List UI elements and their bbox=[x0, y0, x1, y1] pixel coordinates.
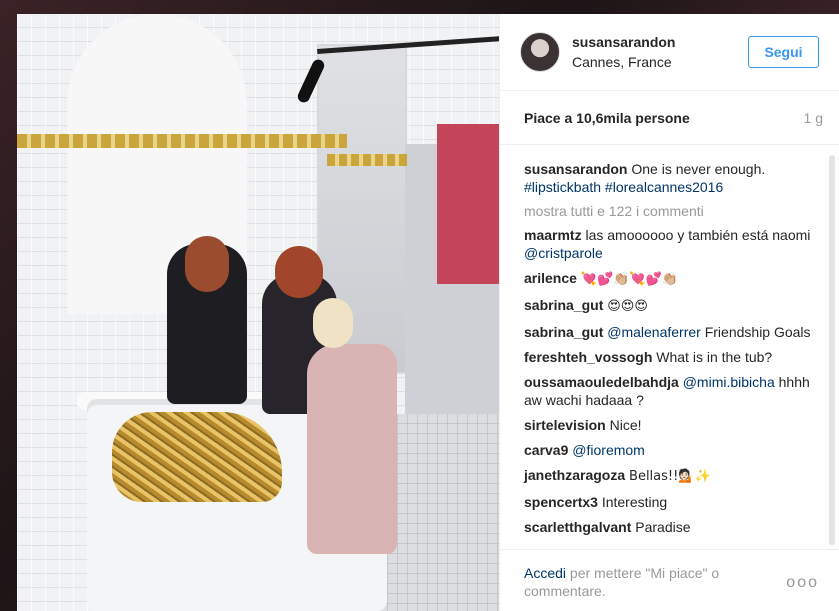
comment-item: spencertx3 Interesting bbox=[524, 493, 823, 511]
comment-user[interactable]: sabrina_gut bbox=[524, 324, 603, 340]
comment-user[interactable]: carva9 bbox=[524, 442, 568, 458]
comment-item: scarletthgalvant Paradise bbox=[524, 518, 823, 536]
comment-text: 😍😍😍 bbox=[607, 299, 648, 314]
comment-item: sabrina_gut 😍😍😍 bbox=[524, 296, 823, 316]
comment-text: Interesting bbox=[601, 494, 668, 510]
comment-mention[interactable]: @mimi.bibicha bbox=[683, 374, 775, 390]
comment-user[interactable]: fereshteh_vossogh bbox=[524, 349, 652, 365]
caption-text: One is never enough. bbox=[631, 161, 766, 177]
comment-item: sabrina_gut @malenaferrer Friendship Goa… bbox=[524, 323, 823, 341]
likes-count[interactable]: Piace a 10,6mila persone bbox=[524, 110, 690, 126]
comment-user[interactable]: sabrina_gut bbox=[524, 297, 603, 313]
comment-mention[interactable]: @malenaferrer bbox=[607, 324, 701, 340]
comment-text: 💘💕👏🏼💘💕👏🏼 bbox=[580, 272, 678, 287]
comment-item: janethzaragoza Bellas!!💁🏻✨ bbox=[524, 466, 823, 486]
more-options-icon[interactable]: ooo bbox=[786, 574, 819, 592]
post-photo[interactable] bbox=[17, 14, 499, 611]
post-footer: Accedi per mettere "Mi piace" o commenta… bbox=[500, 549, 839, 611]
likes-row: Piace a 10,6mila persone 1 g bbox=[500, 91, 839, 145]
comment-mention[interactable]: @fioremom bbox=[572, 442, 645, 458]
comment-user[interactable]: scarletthgalvant bbox=[524, 519, 631, 535]
comment-text: las amoooooo y también está naomi bbox=[585, 227, 811, 243]
comment-user[interactable]: maarmtz bbox=[524, 227, 582, 243]
comment-user[interactable]: sirtelevision bbox=[524, 417, 606, 433]
comment-text: Paradise bbox=[635, 519, 691, 535]
avatar[interactable] bbox=[520, 32, 560, 72]
comment-item: oussamaouledelbahdja @mimi.bibicha hhhh … bbox=[524, 373, 823, 409]
post-side-panel: susansarandon Cannes, France Segui Piace… bbox=[499, 14, 839, 611]
comment-user[interactable]: spencertx3 bbox=[524, 494, 598, 510]
comment-mention[interactable]: @cristparole bbox=[524, 245, 603, 261]
comment-item: carva9 @fioremom bbox=[524, 441, 823, 459]
comment-text: Nice! bbox=[609, 417, 642, 433]
post-header: susansarandon Cannes, France Segui bbox=[500, 14, 839, 91]
comment-user[interactable]: susansarandon bbox=[524, 161, 627, 177]
comments-list[interactable]: susansarandon One is never enough. #lips… bbox=[500, 145, 839, 549]
caption-hashtags[interactable]: #lipstickbath #lorealcannes2016 bbox=[524, 179, 723, 195]
comment-text: Friendship Goals bbox=[704, 324, 811, 340]
post-username[interactable]: susansarandon bbox=[572, 34, 675, 50]
load-more-comments[interactable]: mostra tutti e 122 i commenti bbox=[524, 203, 823, 219]
post-modal: susansarandon Cannes, France Segui Piace… bbox=[17, 14, 839, 611]
comment-text: What is in the tub? bbox=[656, 349, 773, 365]
comment-item: arilence 💘💕👏🏼💘💕👏🏼 bbox=[524, 269, 823, 289]
caption: susansarandon One is never enough. #lips… bbox=[524, 160, 823, 196]
comment-user[interactable]: arilence bbox=[524, 270, 577, 286]
comment-item: sirtelevision Nice! bbox=[524, 416, 823, 434]
post-location[interactable]: Cannes, France bbox=[572, 54, 675, 70]
comment-text: Bellas!!💁🏻✨ bbox=[629, 469, 711, 484]
comments-scrollbar[interactable] bbox=[829, 155, 835, 545]
login-link[interactable]: Accedi bbox=[524, 565, 566, 581]
follow-button[interactable]: Segui bbox=[748, 36, 819, 68]
comment-user[interactable]: janethzaragoza bbox=[524, 467, 625, 483]
comment-item: maarmtz las amoooooo y también está naom… bbox=[524, 226, 823, 262]
comment-user[interactable]: oussamaouledelbahdja bbox=[524, 374, 679, 390]
post-time[interactable]: 1 g bbox=[804, 110, 823, 126]
comment-item: fereshteh_vossogh What is in the tub? bbox=[524, 348, 823, 366]
